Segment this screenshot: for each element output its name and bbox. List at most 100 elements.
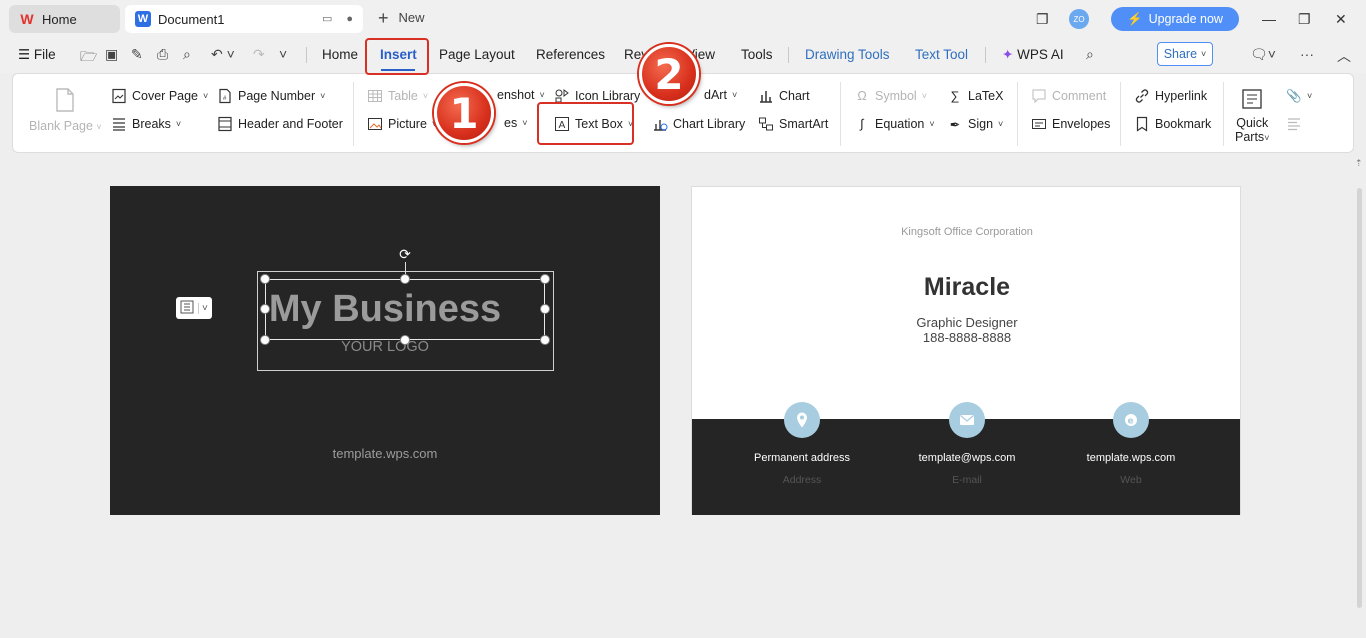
- print-icon[interactable]: ⎙: [157, 46, 168, 63]
- blank-page-button[interactable]: Blank Page ˅: [29, 88, 102, 133]
- blank-page-icon: [54, 88, 76, 115]
- undo-icon[interactable]: ↶ ˅: [211, 46, 235, 63]
- table-button[interactable]: Table ˅: [367, 88, 428, 104]
- new-tab-button[interactable]: + New: [378, 7, 425, 28]
- picture-button[interactable]: Picture ˅: [367, 116, 437, 132]
- link-icon: [1134, 88, 1150, 104]
- resize-handle-s[interactable]: [400, 335, 410, 345]
- smartart-button[interactable]: SmartArt: [758, 116, 828, 132]
- tab-drawing-tools[interactable]: Drawing Tools: [805, 47, 890, 62]
- rotate-handle-icon[interactable]: ⟳: [398, 247, 412, 261]
- company-name[interactable]: Kingsoft Office Corporation: [692, 226, 1242, 238]
- tab-home-label: Home: [42, 11, 77, 27]
- tab-home-menu[interactable]: Home: [322, 47, 358, 62]
- resize-handle-se[interactable]: [540, 335, 550, 345]
- job-title[interactable]: Graphic Designer: [692, 315, 1242, 330]
- scroll-up-icon[interactable]: ⇡: [1355, 158, 1363, 169]
- step-1-callout: 1: [434, 83, 494, 143]
- attachment-button[interactable]: 📎 ˅: [1286, 88, 1312, 104]
- tab-references[interactable]: References: [536, 47, 605, 62]
- web-value[interactable]: template.wps.com: [1031, 452, 1231, 464]
- tab-document[interactable]: W Document1 ▭ ●: [125, 5, 363, 33]
- more-options-icon[interactable]: ···: [1300, 46, 1314, 62]
- tab-home[interactable]: W Home: [9, 5, 120, 33]
- text-box-highlight: [537, 102, 634, 145]
- save-icon[interactable]: ▣: [105, 46, 118, 63]
- tab-text-tool[interactable]: Text Tool: [915, 47, 968, 62]
- resize-handle-nw[interactable]: [260, 274, 270, 284]
- table-icon: [367, 88, 383, 104]
- pen-icon[interactable]: ✎: [131, 46, 143, 63]
- wordart-button[interactable]: dArt ˅: [704, 88, 737, 102]
- collapse-ribbon-icon[interactable]: ︿: [1337, 46, 1351, 66]
- business-card-front[interactable]: ˅ My Business YOUR LOGO ⟳ template.wps.c…: [110, 186, 660, 515]
- unsaved-dot-icon[interactable]: ●: [346, 13, 353, 25]
- bookmark-button[interactable]: Bookmark: [1134, 116, 1211, 132]
- open-folder-icon[interactable]: 🗁: [80, 46, 97, 70]
- logo-placeholder-text[interactable]: YOUR LOGO: [110, 339, 660, 355]
- phone-number[interactable]: 188-8888-8888: [692, 330, 1242, 345]
- header-footer-button[interactable]: Header and Footer: [217, 116, 343, 132]
- resize-handle-sw[interactable]: [260, 335, 270, 345]
- quick-parts-button[interactable]: Quick Parts˅: [1235, 88, 1269, 145]
- resize-handle-ne[interactable]: [540, 274, 550, 284]
- shapes-button[interactable]: es ˅: [504, 116, 527, 130]
- resize-handle-n[interactable]: [400, 274, 410, 284]
- omega-icon: Ω: [857, 89, 867, 103]
- person-name[interactable]: Miracle: [692, 273, 1242, 302]
- website-text[interactable]: template.wps.com: [110, 446, 660, 461]
- chart-library-button[interactable]: Chart Library: [652, 116, 745, 132]
- paperclip-icon: 📎: [1286, 88, 1302, 103]
- latex-button[interactable]: ∑ LaTeX: [947, 88, 1004, 104]
- comment-button[interactable]: Comment: [1031, 88, 1106, 104]
- latex-label: LaTeX: [968, 89, 1004, 103]
- more-chevron-icon[interactable]: ˅: [279, 46, 287, 62]
- envelope-icon: [1031, 116, 1047, 132]
- quick-parts-label-2: Parts: [1235, 130, 1265, 144]
- tab-page-layout[interactable]: Page Layout: [439, 47, 515, 62]
- redo-icon[interactable]: ↷: [253, 46, 265, 63]
- print-preview-icon[interactable]: ⌕: [183, 46, 191, 63]
- search-icon[interactable]: ⌕: [1086, 46, 1094, 63]
- resize-handle-w[interactable]: [260, 304, 270, 314]
- sign-button[interactable]: ✒ Sign ˅: [947, 116, 1004, 132]
- wps-logo-icon: W: [20, 11, 34, 27]
- equation-button[interactable]: ∫ Equation ˅: [854, 116, 934, 132]
- location-pin-icon: [784, 402, 820, 438]
- cover-page-icon: [111, 88, 127, 104]
- cover-page-button[interactable]: Cover Page ˅: [111, 88, 208, 104]
- breaks-button[interactable]: Breaks ˅: [111, 116, 181, 132]
- minimize-button[interactable]: —: [1262, 6, 1276, 32]
- hyperlink-button[interactable]: Hyperlink: [1134, 88, 1207, 104]
- equation-label: Equation: [875, 117, 925, 131]
- file-menu[interactable]: ☰ File: [18, 47, 56, 63]
- wps-ai-button[interactable]: ✦ WPS AI: [1002, 47, 1064, 63]
- vertical-scrollbar[interactable]: ⇡: [1353, 158, 1366, 638]
- close-button[interactable]: ✕: [1335, 6, 1347, 32]
- text-align-button[interactable]: [1286, 116, 1302, 132]
- shapes-label: es: [504, 116, 518, 130]
- symbol-button[interactable]: Ω Symbol ˅: [854, 88, 927, 104]
- screenshot-button[interactable]: enshot ˅: [497, 88, 545, 102]
- comment-bubble-icon[interactable]: 🗨˅: [1250, 46, 1276, 63]
- chevron-down-icon: ˅: [1201, 49, 1207, 59]
- page-number-label: Page Number: [238, 89, 316, 103]
- tab-tools[interactable]: Tools: [741, 47, 773, 62]
- restore-button[interactable]: ❐: [1298, 6, 1311, 32]
- sign-label: Sign: [968, 117, 994, 131]
- share-button[interactable]: Share ˅: [1157, 42, 1213, 66]
- window-layout-icon[interactable]: ❐: [1036, 6, 1049, 32]
- upgrade-button[interactable]: ⚡ Upgrade now: [1111, 6, 1239, 32]
- business-card-back[interactable]: Kingsoft Office Corporation Miracle Grap…: [691, 186, 1241, 515]
- page-number-button[interactable]: # Page Number ˅: [217, 88, 325, 104]
- envelopes-button[interactable]: Envelopes: [1031, 116, 1110, 132]
- avatar[interactable]: ZO: [1069, 6, 1089, 32]
- scroll-thumb[interactable]: [1357, 188, 1362, 608]
- text-box-selection[interactable]: [265, 279, 545, 340]
- plus-icon: +: [378, 7, 389, 28]
- resize-handle-e[interactable]: [540, 304, 550, 314]
- chart-button[interactable]: Chart: [758, 88, 810, 104]
- svg-text:#: #: [223, 96, 227, 102]
- monitor-icon[interactable]: ▭: [322, 12, 332, 25]
- title-bar: W Home W Document1 ▭ ● + New ❐ ZO ⚡ Upgra…: [0, 0, 1366, 37]
